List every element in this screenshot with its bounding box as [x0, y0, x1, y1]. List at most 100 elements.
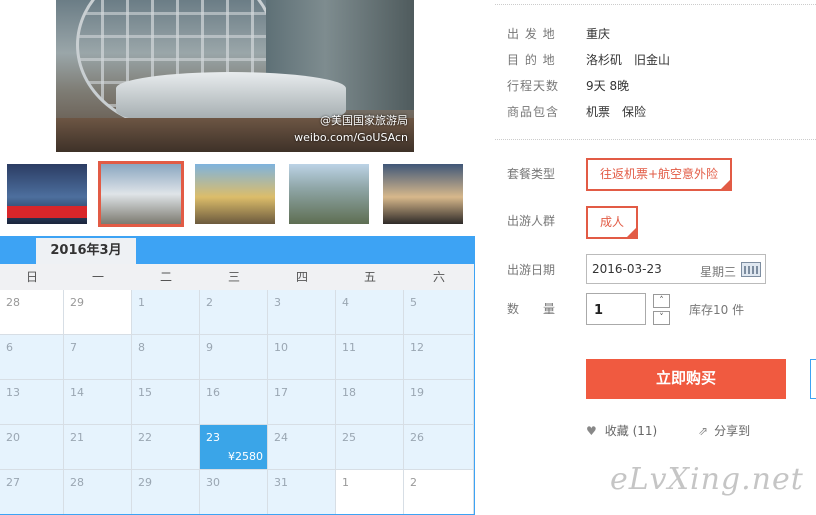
- calendar-day[interactable]: 7: [64, 335, 132, 380]
- day-number: 12: [410, 341, 424, 354]
- info-value: 机票 保险: [586, 105, 647, 119]
- calendar-icon[interactable]: [741, 262, 761, 277]
- calendar-day[interactable]: 4: [336, 290, 404, 335]
- info-value: 9天 8晚: [586, 79, 630, 93]
- calendar-day[interactable]: 9: [200, 335, 268, 380]
- day-number: 23: [206, 431, 220, 444]
- info-label: 商品包含: [507, 105, 560, 119]
- calendar-day[interactable]: 13: [0, 380, 64, 425]
- calendar-day[interactable]: 11: [336, 335, 404, 380]
- calendar-day[interactable]: 15: [132, 380, 200, 425]
- day-number: 18: [342, 386, 356, 399]
- calendar-day[interactable]: 12: [404, 335, 474, 380]
- thumbnail-3[interactable]: [195, 164, 275, 224]
- weekday-header: 二: [159, 270, 172, 284]
- calendar-day[interactable]: 24: [268, 425, 336, 470]
- day-number: 30: [206, 476, 220, 489]
- calendar-day[interactable]: 31: [268, 470, 336, 515]
- calendar-day[interactable]: 1: [132, 290, 200, 335]
- favorite-link[interactable]: ♥ 收藏 (11): [586, 422, 657, 439]
- day-number: 8: [138, 341, 145, 354]
- info-label: 行程天数: [507, 79, 560, 93]
- thumbnail-strip: [0, 160, 474, 228]
- day-number: 7: [70, 341, 77, 354]
- product-page: @美国国家旅游局 weibo.com/GoUSAcn 2016年3月 日 一 二 三 四…: [0, 0, 816, 515]
- package-option-button[interactable]: 往返机票+航空意外险: [586, 158, 733, 191]
- calendar-day[interactable]: 26: [404, 425, 474, 470]
- buy-now-button[interactable]: 立即购买: [586, 359, 786, 399]
- stock-text: 库存10 件: [689, 303, 745, 317]
- calendar-day[interactable]: 19: [404, 380, 474, 425]
- calendar-day[interactable]: 10: [268, 335, 336, 380]
- traveler-group-button[interactable]: 成人: [586, 206, 639, 239]
- calendar-day[interactable]: 17: [268, 380, 336, 425]
- package-type-label: 套餐类型: [507, 167, 556, 181]
- calendar-day[interactable]: 18: [336, 380, 404, 425]
- calendar-day[interactable]: 29: [132, 470, 200, 515]
- quantity-label: 数 量: [507, 302, 556, 316]
- calendar-week-row: 27 28 29 30 31 1 2: [0, 470, 475, 515]
- day-number: 14: [70, 386, 84, 399]
- thumbnail-5[interactable]: [383, 164, 463, 224]
- traveler-group-label: 出游人群: [507, 214, 556, 228]
- calendar-day[interactable]: 20: [0, 425, 64, 470]
- calendar-day[interactable]: 2: [200, 290, 268, 335]
- calendar-day[interactable]: 14: [64, 380, 132, 425]
- calendar-day[interactable]: 6: [0, 335, 64, 380]
- day-number: 5: [410, 296, 417, 309]
- calendar-week-row: 6 7 8 9 10 11 12: [0, 335, 475, 380]
- calendar-day[interactable]: 27: [0, 470, 64, 515]
- weekday-header: 四: [295, 270, 308, 284]
- day-number: 24: [274, 431, 288, 444]
- calendar-day[interactable]: 28: [0, 290, 64, 335]
- calendar-day[interactable]: 8: [132, 335, 200, 380]
- calendar-weekday-row: 日一二三四五六: [0, 264, 475, 290]
- calendar-grid: 日一二三四五六 28 29 1 2 3 4 5 6 7 8 9 10 11 12 13 14 15 16 17 18 1…: [0, 264, 475, 515]
- quantity-decrease-button[interactable]: ˅: [653, 311, 670, 325]
- calendar-day[interactable]: 2: [404, 470, 474, 515]
- quantity-increase-button[interactable]: ˄: [653, 294, 670, 308]
- quantity-input[interactable]: 1: [586, 293, 646, 325]
- calendar-day[interactable]: 25: [336, 425, 404, 470]
- calendar-day[interactable]: 1: [336, 470, 404, 515]
- thumbnail-1[interactable]: [7, 164, 87, 224]
- day-number: 21: [70, 431, 84, 444]
- thumbnail-4[interactable]: [289, 164, 369, 224]
- image-watermark-weibo: @美国国家旅游局: [320, 114, 408, 127]
- day-number: 15: [138, 386, 152, 399]
- site-watermark: eLvXing.net: [610, 462, 804, 497]
- day-number: 4: [342, 296, 349, 309]
- favorite-label: 收藏 (11): [604, 424, 658, 438]
- day-number: 20: [6, 431, 20, 444]
- weekday-header: 日: [25, 270, 38, 284]
- day-number: 26: [410, 431, 424, 444]
- calendar-day[interactable]: 30: [200, 470, 268, 515]
- weekday-header: 六: [432, 270, 445, 284]
- calendar-day[interactable]: 5: [404, 290, 474, 335]
- info-label: 目 的 地: [507, 53, 556, 67]
- calendar-month-tab[interactable]: 2016年3月: [36, 238, 136, 264]
- calendar-border: [474, 236, 475, 515]
- image-watermark-url: weibo.com/GoUSAcn: [294, 131, 408, 144]
- calendar-day[interactable]: 3: [268, 290, 336, 335]
- thumbnail-2-active[interactable]: [98, 161, 184, 227]
- share-link[interactable]: ⇗ 分享到: [698, 422, 750, 439]
- day-number: 29: [138, 476, 152, 489]
- calendar-day[interactable]: 28: [64, 470, 132, 515]
- calendar-day[interactable]: 22: [132, 425, 200, 470]
- calendar-day-selected[interactable]: 23 ¥2580: [200, 425, 268, 470]
- day-number: 1: [342, 476, 349, 489]
- secondary-button-edge[interactable]: [810, 359, 816, 399]
- day-number: 3: [274, 296, 281, 309]
- calendar-day[interactable]: 21: [64, 425, 132, 470]
- calendar-day[interactable]: 29: [64, 290, 132, 335]
- day-number: 17: [274, 386, 288, 399]
- day-number: 19: [410, 386, 424, 399]
- day-number: 22: [138, 431, 152, 444]
- travel-date-picker[interactable]: 2016-03-23 星期三: [586, 254, 766, 284]
- day-number: 2: [410, 476, 417, 489]
- day-number: 29: [70, 296, 84, 309]
- calendar-day[interactable]: 16: [200, 380, 268, 425]
- share-label: 分享到: [714, 424, 751, 438]
- day-number: 9: [206, 341, 213, 354]
